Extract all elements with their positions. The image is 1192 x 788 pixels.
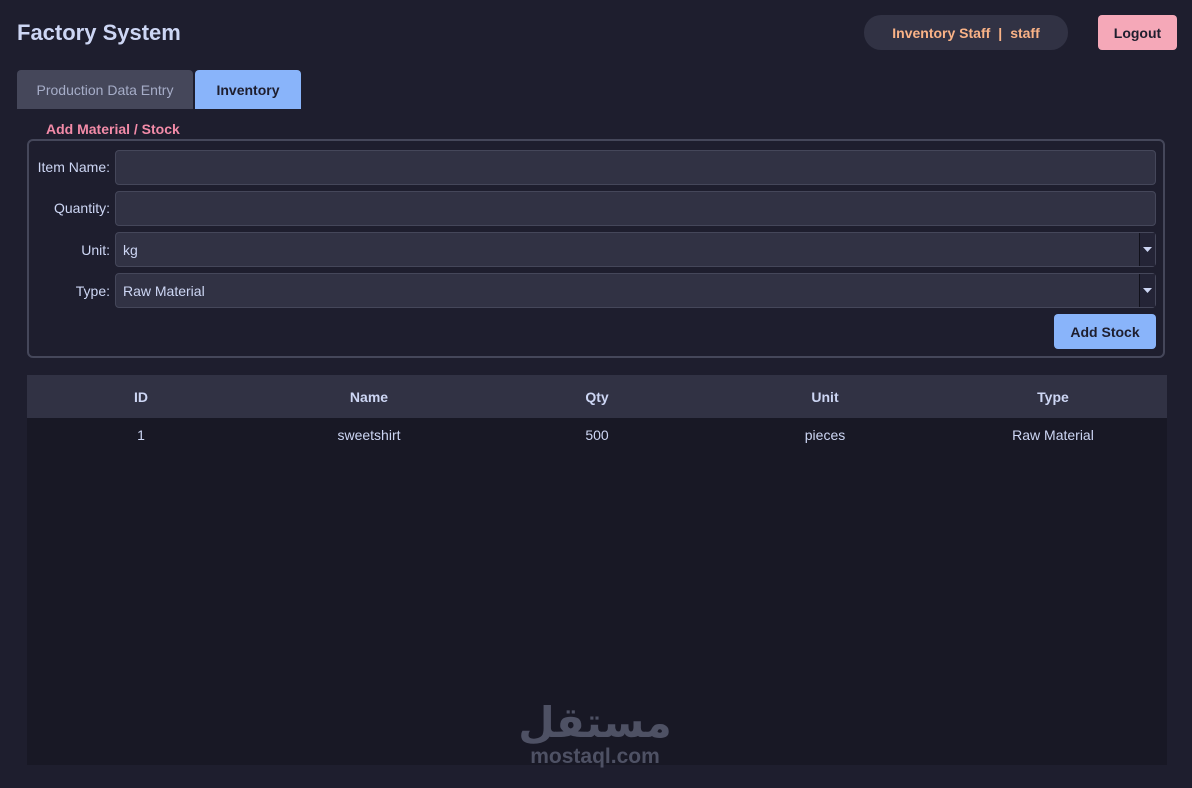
column-header-type[interactable]: Type	[939, 375, 1167, 418]
watermark: مستقل mostaql.com	[500, 700, 690, 768]
quantity-label: Quantity:	[53, 200, 110, 216]
watermark-url: mostaql.com	[530, 745, 660, 768]
item-name-input[interactable]	[115, 150, 1156, 185]
table-row[interactable]: 1 sweetshirt 500 pieces Raw Material	[27, 418, 1167, 452]
tab-bar: Production Data Entry Inventory	[17, 70, 301, 109]
quantity-input[interactable]	[115, 191, 1156, 226]
user-badge: Inventory Staff | staff	[864, 15, 1068, 50]
tab-inventory[interactable]: Inventory	[195, 70, 301, 109]
watermark-arabic: مستقل	[518, 698, 672, 747]
column-header-id[interactable]: ID	[27, 375, 255, 418]
type-selected-value: Raw Material	[123, 282, 205, 299]
table-header-row: ID Name Qty Unit Type	[27, 375, 1167, 418]
column-header-name[interactable]: Name	[255, 375, 483, 418]
type-label: Type:	[75, 283, 110, 299]
unit-label: Unit:	[81, 242, 110, 258]
user-role: Inventory Staff	[892, 24, 991, 41]
chevron-down-icon[interactable]	[1139, 274, 1155, 307]
type-select[interactable]: Raw Material	[115, 273, 1156, 308]
tab-production-data-entry[interactable]: Production Data Entry	[17, 70, 193, 109]
add-stock-button[interactable]: Add Stock	[1054, 314, 1156, 349]
cell-id: 1	[137, 427, 145, 443]
item-name-label: Item Name:	[37, 159, 110, 175]
cell-unit: pieces	[804, 427, 846, 443]
column-header-qty[interactable]: Qty	[483, 375, 711, 418]
user-separator: |	[998, 24, 1003, 41]
unit-selected-value: kg	[123, 241, 138, 258]
app-title: Factory System	[17, 20, 181, 45]
logout-button[interactable]: Logout	[1098, 15, 1177, 50]
cell-name: sweetshirt	[337, 427, 401, 443]
form-group-title: Add Material / Stock	[44, 121, 182, 137]
column-header-unit[interactable]: Unit	[711, 375, 939, 418]
cell-type: Raw Material	[1012, 427, 1094, 443]
username: staff	[1010, 24, 1040, 41]
chevron-down-icon[interactable]	[1139, 233, 1155, 266]
unit-select[interactable]: kg	[115, 232, 1156, 267]
cell-qty: 500	[585, 427, 609, 443]
